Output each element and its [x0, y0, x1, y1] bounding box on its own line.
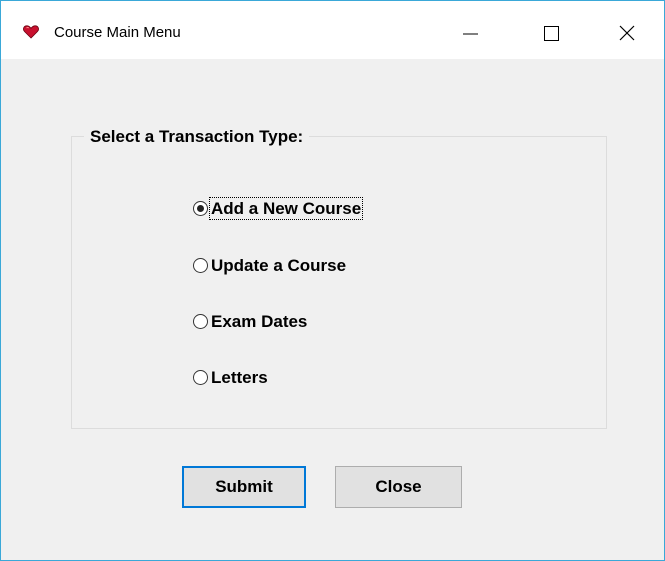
- radio-button[interactable]: [193, 314, 208, 329]
- radio-button[interactable]: [193, 201, 208, 216]
- radio-button[interactable]: [193, 258, 208, 273]
- transaction-type-groupbox: [71, 136, 607, 429]
- radio-label[interactable]: Add a New Course: [208, 197, 364, 220]
- close-icon: [619, 25, 635, 41]
- radio-button[interactable]: [193, 370, 208, 385]
- minimize-button[interactable]: [452, 15, 498, 51]
- radio-label[interactable]: Update a Course: [210, 255, 347, 276]
- title-bar[interactable]: Course Main Menu: [1, 1, 664, 59]
- maximize-button[interactable]: [528, 15, 574, 51]
- groupbox-legend: Select a Transaction Type:: [84, 127, 310, 147]
- radio-label[interactable]: Exam Dates: [210, 311, 308, 332]
- maximize-icon: [544, 26, 559, 41]
- radio-selected-dot: [197, 205, 204, 212]
- close-window-button[interactable]: [604, 15, 650, 51]
- radio-label[interactable]: Letters: [210, 367, 269, 388]
- heart-icon: [23, 25, 39, 39]
- course-main-menu-window: Course Main Menu Select a Transaction Ty…: [0, 0, 665, 561]
- window-title: Course Main Menu: [54, 24, 181, 41]
- close-button[interactable]: Close: [335, 466, 462, 508]
- minimize-icon: [463, 33, 478, 35]
- submit-button[interactable]: Submit: [182, 466, 306, 508]
